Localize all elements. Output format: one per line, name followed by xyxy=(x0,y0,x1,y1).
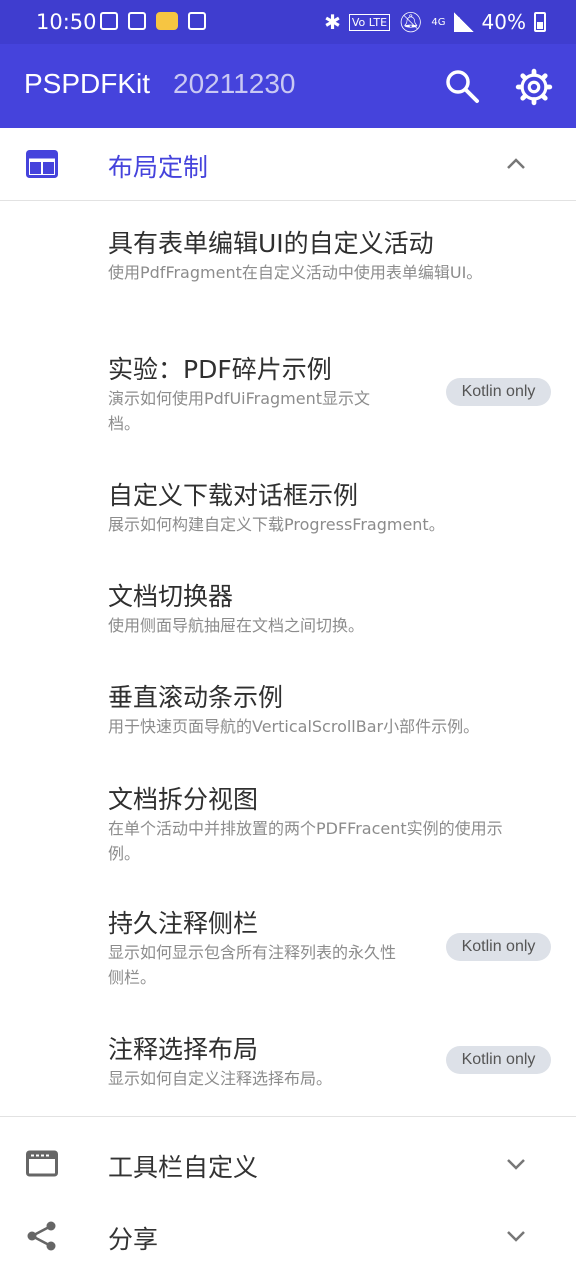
item-title: 文档切换器 xyxy=(108,582,234,611)
section-label: 布局定制 xyxy=(108,153,209,182)
status-time: 10:50 xyxy=(36,10,97,34)
toolbar-icon xyxy=(26,1150,58,1177)
item-subtitle: 展示如何构建自定义下载ProgressFragment。 xyxy=(108,515,445,534)
search-icon[interactable] xyxy=(444,68,480,104)
list-item[interactable]: 自定义下载对话框示例 展示如何构建自定义下载ProgressFragment。 xyxy=(108,480,568,537)
item-subtitle: 显示如何自定义注释选择布局。 xyxy=(108,1069,333,1088)
layout-icon xyxy=(26,150,58,178)
mail-icon xyxy=(156,12,178,30)
list-item[interactable]: 文档切换器 使用侧面导航抽屉在文档之间切换。 xyxy=(108,581,568,638)
signal-icon xyxy=(453,12,474,32)
system-icons: ✱ Vo LTE 🔕︎ 4G 40% xyxy=(324,10,546,34)
kotlin-only-badge: Kotlin only xyxy=(446,933,551,961)
section-share[interactable]: 分享 xyxy=(0,1200,576,1272)
section-toolbar-customization[interactable]: 工具栏自定义 xyxy=(0,1128,576,1200)
network-type: 4G xyxy=(431,16,446,28)
settings-gear-icon[interactable] xyxy=(515,68,553,106)
kotlin-only-badge: Kotlin only xyxy=(446,378,551,406)
item-subtitle: 显示如何显示包含所有注释列表的永久性侧栏。 xyxy=(108,943,397,987)
item-subtitle: 使用PdfFragment在自定义活动中使用表单编辑UI。 xyxy=(108,263,483,282)
battery-icon xyxy=(534,12,546,32)
download-icon xyxy=(128,12,146,30)
item-title: 自定义下载对话框示例 xyxy=(108,481,359,510)
list-item[interactable]: 文档拆分视图 在单个活动中并排放置的两个PDFFracent实例的使用示例。 xyxy=(108,784,568,866)
item-subtitle: 在单个活动中并排放置的两个PDFFracent实例的使用示例。 xyxy=(108,819,503,863)
item-subtitle: 用于快速页面导航的VerticalScrollBar小部件示例。 xyxy=(108,717,480,736)
item-title: 文档拆分视图 xyxy=(108,785,259,814)
section-layout-customization[interactable]: 布局定制 xyxy=(0,128,576,200)
notification-icons xyxy=(100,12,206,30)
mute-icon: 🔕︎ xyxy=(398,10,424,34)
item-title: 具有表单编辑UI的自定义活动 xyxy=(108,229,434,258)
app-title: PSPDFKit xyxy=(24,68,151,99)
battery-percent: 40% xyxy=(481,10,526,34)
item-title: 垂直滚动条示例 xyxy=(108,683,284,712)
list-item[interactable]: 垂直滚动条示例 用于快速页面导航的VerticalScrollBar小部件示例。 xyxy=(108,682,568,739)
app-bar: PSPDFKit 20211230 xyxy=(0,44,576,128)
divider xyxy=(0,1116,576,1117)
kotlin-only-badge: Kotlin only xyxy=(446,1046,551,1074)
image-icon xyxy=(188,12,206,30)
notification-icon xyxy=(100,12,118,30)
chevron-down-icon[interactable] xyxy=(504,1224,528,1248)
item-subtitle: 演示如何使用PdfUiFragment显示文档。 xyxy=(108,389,371,433)
section-label: 分享 xyxy=(108,1225,159,1254)
status-bar: 10:50 ✱ Vo LTE 🔕︎ 4G 40% xyxy=(0,0,576,44)
item-subtitle: 使用侧面导航抽屉在文档之间切换。 xyxy=(108,616,365,635)
chevron-up-icon[interactable] xyxy=(504,152,528,176)
volte-icon: Vo LTE xyxy=(348,13,391,31)
divider xyxy=(0,200,576,201)
section-label: 工具栏自定义 xyxy=(108,1153,259,1182)
share-icon xyxy=(27,1221,56,1251)
bluetooth-icon: ✱ xyxy=(324,10,341,34)
list-item[interactable]: 具有表单编辑UI的自定义活动 使用PdfFragment在自定义活动中使用表单编… xyxy=(108,228,568,285)
app-version: 20211230 xyxy=(173,68,296,99)
chevron-down-icon[interactable] xyxy=(504,1152,528,1176)
